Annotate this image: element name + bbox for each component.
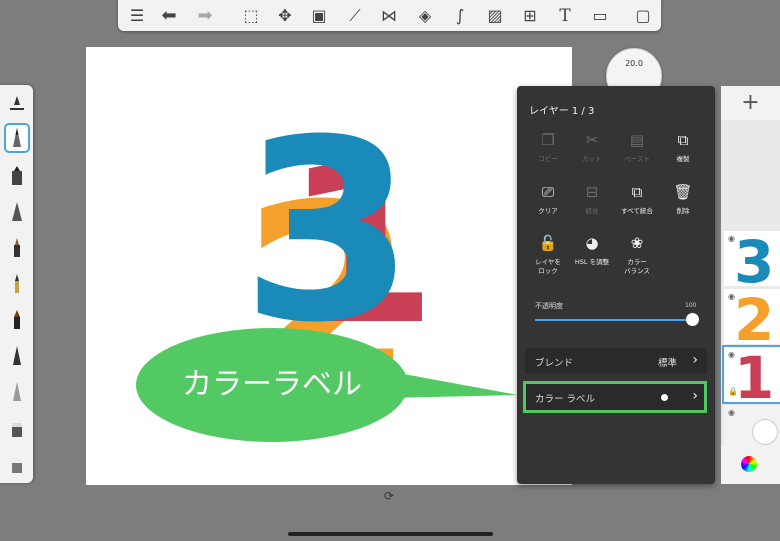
layer-icon[interactable]: ▣ [308, 5, 330, 27]
cut-button[interactable]: ✂ カット [568, 129, 616, 164]
unlock-icon: 🔓 [538, 234, 558, 252]
layer-thumb-3[interactable]: ◉ 3 [724, 231, 780, 286]
canvas-number-3: 3 [241, 86, 415, 377]
paste-icon: ▤ [629, 131, 645, 149]
opacity-label: 不透明度 [535, 302, 563, 310]
select-icon[interactable]: ⬚ [240, 5, 262, 27]
copy-button[interactable]: ❐ コピー [524, 129, 572, 164]
blend-value: 標準 [657, 358, 677, 369]
merge-button[interactable]: ⊟ 統合 [568, 181, 616, 216]
ruler-icon[interactable]: ⟋ [344, 5, 366, 27]
top-toolbar: ☰ ⬅ ➡ ⬚ ✥ ▣ ⟋ ⋈ ◈ ∫ ▨ ⊞ T ▭ ▢ [118, 0, 661, 31]
chevron-right-icon: › [692, 352, 698, 368]
eraser-icon[interactable] [6, 415, 28, 441]
ink-pen-icon[interactable] [6, 199, 28, 225]
layer-thumb-1-selected[interactable]: ◉ 🔒 1 [722, 345, 780, 404]
clear-icon: ⎚ [541, 183, 554, 201]
fullscreen-icon[interactable]: ▢ [632, 5, 654, 27]
layer-actions-panel: レイヤー 1 / 3 ❐ コピー ✂ カット ▤ ペースト ⧉ 複製 ⎚ クリア… [517, 86, 715, 484]
video-icon[interactable]: ▭ [589, 5, 611, 27]
brush-icon[interactable] [6, 235, 28, 261]
highlight-box [523, 381, 707, 413]
undo-icon[interactable]: ⬅ [158, 5, 180, 27]
duplicate-button[interactable]: ⧉ 複製 [659, 129, 707, 164]
color-wheel-icon[interactable] [741, 456, 757, 472]
merge-icon: ⊟ [585, 183, 599, 201]
perspective-icon[interactable]: ⊞ [519, 5, 541, 27]
trash-icon: 🗑 [673, 183, 693, 201]
list-icon[interactable]: ☰ [126, 5, 148, 27]
brush-settings-icon[interactable] [6, 93, 28, 119]
image-icon[interactable]: ▨ [484, 5, 506, 27]
soft-eraser-icon[interactable] [6, 451, 28, 477]
layer-thumb-2[interactable]: ◉ 2 [724, 289, 780, 344]
opacity-slider-thumb[interactable] [686, 313, 699, 326]
merge-all-button[interactable]: ⧉ すべて統合 [613, 181, 661, 216]
scissors-icon: ✂ [585, 131, 599, 149]
pencil-icon[interactable] [4, 123, 30, 153]
home-indicator [288, 532, 493, 536]
hsl-icon: ◕ [585, 234, 599, 252]
layers-column: + ◉ 3 ◉ 2 ◉ 🔒 1 ◉ [721, 86, 780, 484]
adjust-hsl-button[interactable]: ◕ HSL を調整 [568, 232, 616, 267]
paint-brush-icon[interactable] [6, 307, 28, 333]
text-icon[interactable]: T [554, 5, 576, 27]
color-balance-icon: ❀ [630, 234, 644, 252]
duplicate-icon: ⧉ [677, 131, 689, 149]
color-picker-bar [721, 446, 780, 484]
fine-brush-icon[interactable] [6, 271, 28, 297]
opacity-slider-track[interactable] [535, 319, 693, 321]
background-color-swatch[interactable] [752, 419, 778, 445]
delete-button[interactable]: 🗑 削除 [659, 181, 707, 216]
blend-label: ブレンド [535, 358, 574, 369]
smudge-icon[interactable] [6, 379, 28, 405]
brush-size-value: 20.0 [625, 59, 643, 68]
callout-text: カラーラベル [182, 367, 362, 402]
copy-icon: ❐ [541, 131, 555, 149]
move-icon[interactable]: ✥ [274, 5, 296, 27]
lock-layer-button[interactable]: 🔓 レイヤを ロック [524, 232, 572, 276]
symmetry-icon[interactable]: ⋈ [378, 5, 400, 27]
add-layer-button[interactable]: + [721, 86, 780, 120]
brush-toolbar [0, 85, 33, 483]
shape-icon[interactable]: ◈ [414, 5, 436, 27]
redo-icon[interactable]: ➡ [194, 5, 216, 27]
clear-button[interactable]: ⎚ クリア [524, 181, 572, 216]
rotate-icon[interactable]: ⟳ [384, 489, 394, 503]
blend-mode-row[interactable]: ブレンド 標準 › [525, 348, 707, 374]
curve-icon[interactable]: ∫ [449, 5, 471, 27]
marker-icon[interactable] [6, 163, 28, 189]
paste-button[interactable]: ▤ ペースト [613, 129, 661, 164]
opacity-value: 100 [685, 302, 697, 309]
eye-icon[interactable]: ◉ [728, 408, 735, 417]
airbrush-icon[interactable] [6, 343, 28, 369]
layer-panel-title: レイヤー 1 / 3 [529, 106, 595, 117]
merge-all-icon: ⧉ [631, 183, 643, 201]
color-balance-button[interactable]: ❀ カラー バランス [613, 232, 661, 276]
